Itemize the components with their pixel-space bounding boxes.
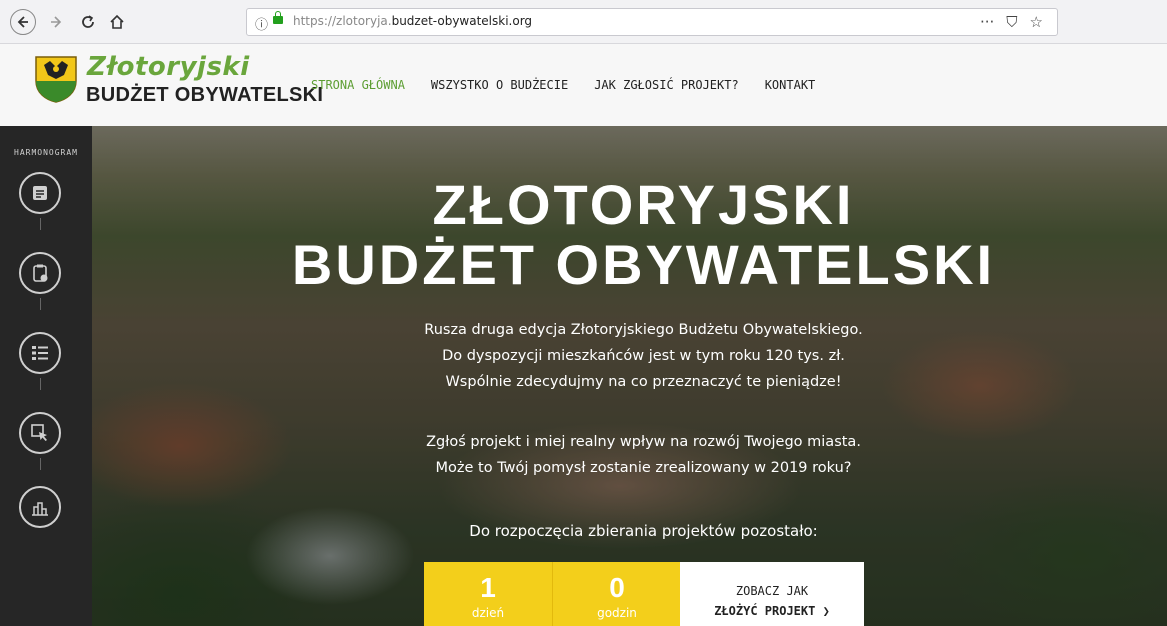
hero-paragraph-line: Wspólnie zdecydujmy na co przeznaczyć te… [445, 374, 842, 390]
hero-paragraph-line: Do dyspozycji mieszkańców jest w tym rok… [442, 348, 845, 364]
browser-toolbar: ⓘ https://zlotoryja.budzet-obywatelski.o… [0, 0, 1167, 44]
countdown-hours-unit: godzin [597, 606, 637, 620]
info-icon[interactable]: ⓘ [255, 14, 268, 33]
countdown-days: 1 dzień [424, 562, 552, 626]
page-actions-icon[interactable]: ··· [980, 13, 994, 31]
hero-section: ZŁOTORYJSKI BUDŻET OBYWATELSKI Rusza dru… [0, 126, 1167, 626]
main-menu: STRONA GŁÓWNA WSZYSTKO O BUDŻECIE JAK ZG… [311, 78, 841, 92]
cursor-select-icon [31, 424, 47, 441]
menu-item-contact[interactable]: KONTAKT [765, 78, 816, 92]
how-to-submit-button[interactable]: ZOBACZ JAK ZŁOŻYĆ PROJEKT ❯ [680, 562, 864, 626]
logo-title[interactable]: Złotoryjski [87, 52, 250, 82]
home-button[interactable] [104, 9, 130, 35]
city-crest-icon [35, 56, 77, 103]
countdown-hours: 0 godzin [552, 562, 681, 626]
step-connector [40, 378, 41, 390]
logo-subtitle[interactable]: BUDŻET OBYWATELSKI [86, 84, 323, 107]
url-actions: ··· ⛉ ☆ [980, 13, 1043, 31]
site-header: Złotoryjski BUDŻET OBYWATELSKI STRONA GŁ… [0, 44, 1167, 126]
countdown-label: Do rozpoczęcia zbierania projektów pozos… [469, 522, 818, 540]
url-domain: budzet-obywatelski.org [391, 14, 533, 28]
countdown-days-unit: dzień [471, 606, 505, 620]
countdown-hours-value: 0 [609, 572, 625, 603]
step-verify[interactable] [19, 252, 61, 294]
hero-paragraph-line: Rusza druga edycja Złotoryjskiego Budżet… [424, 322, 863, 338]
pocket-icon[interactable]: ⛉ [1006, 13, 1017, 31]
arrow-right-icon [51, 16, 62, 28]
cta-line2: ZŁOŻYĆ PROJEKT ❯ [714, 604, 830, 618]
form-icon [33, 186, 47, 200]
countdown-days-value: 1 [480, 572, 496, 603]
hero-title-line1: ZŁOTORYJSKI [432, 173, 855, 236]
schedule-sidebar: HARMONOGRAM [0, 126, 92, 626]
url-text[interactable]: https://zlotoryja.budzet-obywatelski.org [293, 14, 532, 28]
arrow-left-icon [17, 16, 28, 28]
vote-icon [32, 502, 48, 516]
reload-icon [82, 15, 94, 28]
step-connector [40, 298, 41, 310]
menu-item-about-budget[interactable]: WSZYSTKO O BUDŻECIE [431, 78, 568, 92]
clipboard-check-icon [33, 264, 48, 282]
step-connector [40, 218, 41, 230]
step-connector [40, 458, 41, 470]
hero-title-line2: BUDŻET OBYWATELSKI [291, 233, 996, 296]
step-submit[interactable] [19, 172, 61, 214]
schedule-label: HARMONOGRAM [14, 148, 78, 157]
back-button[interactable] [10, 9, 36, 35]
menu-item-home[interactable]: STRONA GŁÓWNA [311, 78, 405, 92]
cta-line1: ZOBACZ JAK [735, 584, 809, 598]
step-vote[interactable] [19, 412, 61, 454]
hero-paragraph-line: Może to Twój pomysł zostanie zrealizowan… [435, 460, 852, 476]
step-list[interactable] [19, 332, 61, 374]
lock-icon [273, 11, 283, 24]
forward-button[interactable] [43, 9, 69, 35]
bookmark-star-icon[interactable]: ☆ [1030, 13, 1043, 31]
home-icon [110, 14, 124, 29]
address-bar[interactable]: ⓘ https://zlotoryja.budzet-obywatelski.o… [246, 8, 1058, 36]
reload-button[interactable] [75, 9, 101, 35]
url-prefix: https://zlotoryja. [293, 14, 392, 28]
hero-paragraph-line: Zgłoś projekt i miej realny wpływ na roz… [426, 434, 861, 450]
list-icon [32, 346, 48, 360]
menu-item-how-to-submit[interactable]: JAK ZGŁOSIĆ PROJEKT? [594, 78, 739, 92]
step-results[interactable] [19, 486, 61, 528]
